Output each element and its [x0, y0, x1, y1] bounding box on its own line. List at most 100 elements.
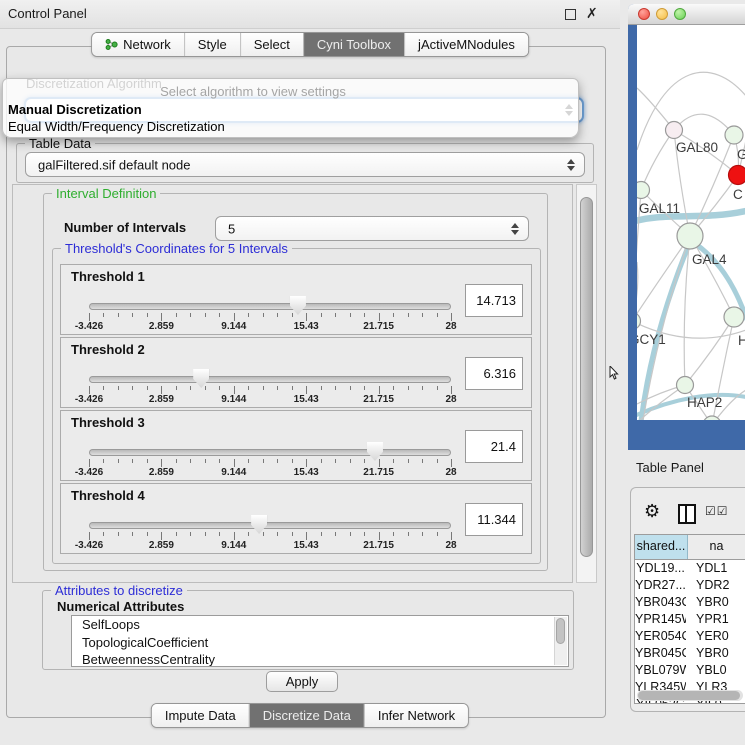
slider-thumb[interactable]	[193, 369, 209, 388]
control-panel-titlebar: Control Panel ✗	[0, 0, 620, 29]
network-node-hap2[interactable]	[677, 377, 694, 394]
network-node-label: C	[733, 187, 743, 202]
table-row[interactable]: YDR27...YDR2	[635, 577, 745, 594]
network-node-gal80[interactable]	[666, 122, 683, 139]
gear-icon[interactable]: ⚙	[644, 502, 660, 520]
network-node-gal11[interactable]	[637, 182, 650, 199]
tick-mark	[379, 459, 380, 467]
algorithm-option-equal-width[interactable]: Equal Width/Frequency Discretization	[8, 119, 225, 134]
tab-discretize-data[interactable]: Discretize Data	[249, 704, 364, 727]
table-row[interactable]: YDL19...YDL1	[635, 560, 745, 577]
close-traffic-light-icon[interactable]	[638, 8, 650, 20]
network-edge[interactable]	[641, 130, 674, 190]
cell-shared-name: YDR27...	[635, 577, 686, 594]
tab-infer-network[interactable]: Infer Network	[364, 704, 468, 727]
checked-checkboxes-icon[interactable]: ☑☑	[705, 504, 729, 518]
tick-label: -3.426	[59, 394, 119, 405]
numerical-attributes-label: Numerical Attributes	[57, 599, 184, 614]
tick-label: 2.859	[131, 467, 191, 478]
attribute-list-item[interactable]: SelfLoops	[72, 616, 568, 634]
float-window-icon[interactable]	[565, 9, 576, 20]
table-row[interactable]: YER054CYER0	[635, 628, 745, 645]
tick-mark	[219, 313, 220, 317]
tick-label: 2.859	[131, 321, 191, 332]
apply-button[interactable]: Apply	[266, 671, 338, 692]
tab-style[interactable]: Style	[184, 33, 240, 56]
tick-mark	[103, 313, 104, 317]
slider-track[interactable]	[89, 376, 451, 383]
tick-mark	[437, 532, 438, 536]
cell-shared-name: YER054C	[635, 628, 686, 645]
tab-label: Style	[198, 37, 227, 52]
table-body[interactable]: YDL19...YDL1YDR27...YDR2YBR043CYBR0YPR14…	[635, 560, 745, 704]
tick-mark	[161, 386, 162, 394]
tick-mark	[89, 459, 90, 467]
tick-mark	[89, 532, 90, 540]
table-row[interactable]: YBL079WYBL0	[635, 662, 745, 679]
tab-impute-data[interactable]: Impute Data	[152, 704, 249, 727]
table-header-row: shared... na	[635, 535, 745, 560]
table-row[interactable]: YPR145WYPR1	[635, 611, 745, 628]
scrollbar-thumb[interactable]	[638, 691, 740, 700]
slider-thumb[interactable]	[367, 442, 383, 461]
scrollbar-thumb[interactable]	[580, 197, 593, 557]
slider-track[interactable]	[89, 303, 451, 310]
column-layout-icon[interactable]	[678, 504, 696, 524]
numerical-attributes-list[interactable]: SelfLoopsTopologicalCoefficientBetweenne…	[71, 615, 569, 667]
cell-name: YBR0	[686, 645, 745, 662]
table-header-name[interactable]: na	[688, 535, 745, 559]
tick-mark	[350, 459, 351, 463]
tick-mark	[190, 532, 191, 536]
attributes-list-scrollbar[interactable]	[554, 617, 567, 665]
attribute-list-item[interactable]: TopologicalCoefficient	[72, 634, 568, 652]
minimize-traffic-light-icon[interactable]	[656, 8, 668, 20]
tab-cyni-toolbox[interactable]: Cyni Toolbox	[303, 33, 404, 56]
tick-mark	[161, 313, 162, 321]
threshold-value-box[interactable]: 21.4	[465, 430, 523, 463]
network-canvas[interactable]: GAL80GACGAL11GAL4GCY1HHAP2	[637, 25, 745, 420]
tick-mark	[147, 386, 148, 390]
table-row[interactable]: YBR045CYBR0	[635, 645, 745, 662]
tick-mark	[451, 459, 452, 467]
tick-mark	[277, 532, 278, 536]
table-row[interactable]: YBR043CYBR0	[635, 594, 745, 611]
threshold-value-box[interactable]: 14.713	[465, 284, 523, 317]
attribute-list-item[interactable]: BetweennessCentrality	[72, 651, 568, 667]
network-node-ga[interactable]	[725, 126, 743, 144]
table-data-combobox[interactable]: galFiltered.sif default node	[25, 152, 585, 177]
table-horizontal-scrollbar[interactable]	[637, 690, 743, 701]
tick-mark	[118, 532, 119, 536]
tick-mark	[248, 313, 249, 317]
network-node-h[interactable]	[724, 307, 744, 327]
threshold-value-box[interactable]: 11.344	[465, 503, 523, 536]
tick-mark	[321, 313, 322, 317]
threshold-value-box[interactable]: 6.316	[465, 357, 523, 390]
tick-mark	[205, 313, 206, 317]
slider-thumb[interactable]	[251, 515, 267, 534]
network-node-gal4[interactable]	[677, 223, 703, 249]
tick-mark	[292, 532, 293, 536]
application-window: Control Panel ✗ Network Style SelectCyni T…	[0, 0, 745, 745]
node-attribute-table[interactable]: shared... na YDL19...YDL1YDR27...YDR2YBR…	[634, 534, 745, 704]
combo-arrows-icon	[567, 159, 575, 171]
close-icon[interactable]: ✗	[586, 5, 598, 22]
algorithm-option-manual[interactable]: Manual Discretization	[8, 102, 142, 117]
zoom-traffic-light-icon[interactable]	[674, 8, 686, 20]
tick-mark	[89, 313, 90, 321]
network-window-titlebar[interactable]	[628, 4, 745, 25]
tick-mark	[263, 386, 264, 390]
tab-select[interactable]: Select	[240, 33, 303, 56]
network-node-c[interactable]	[729, 166, 745, 185]
settings-scrollbar[interactable]	[576, 184, 597, 583]
tick-mark	[190, 386, 191, 390]
tab-jactivemnodules[interactable]: jActiveMNodules	[404, 33, 528, 56]
table-header-shared[interactable]: shared...	[635, 535, 688, 559]
number-of-intervals-combobox[interactable]: 5	[215, 216, 529, 241]
tick-label: 15.43	[276, 467, 336, 478]
scrollbar-thumb[interactable]	[556, 618, 565, 644]
slider-track[interactable]	[89, 449, 451, 456]
slider-track[interactable]	[89, 522, 451, 529]
tick-mark	[89, 386, 90, 394]
tab-network[interactable]: Network	[92, 33, 184, 56]
network-node-gcy1[interactable]	[637, 313, 641, 330]
